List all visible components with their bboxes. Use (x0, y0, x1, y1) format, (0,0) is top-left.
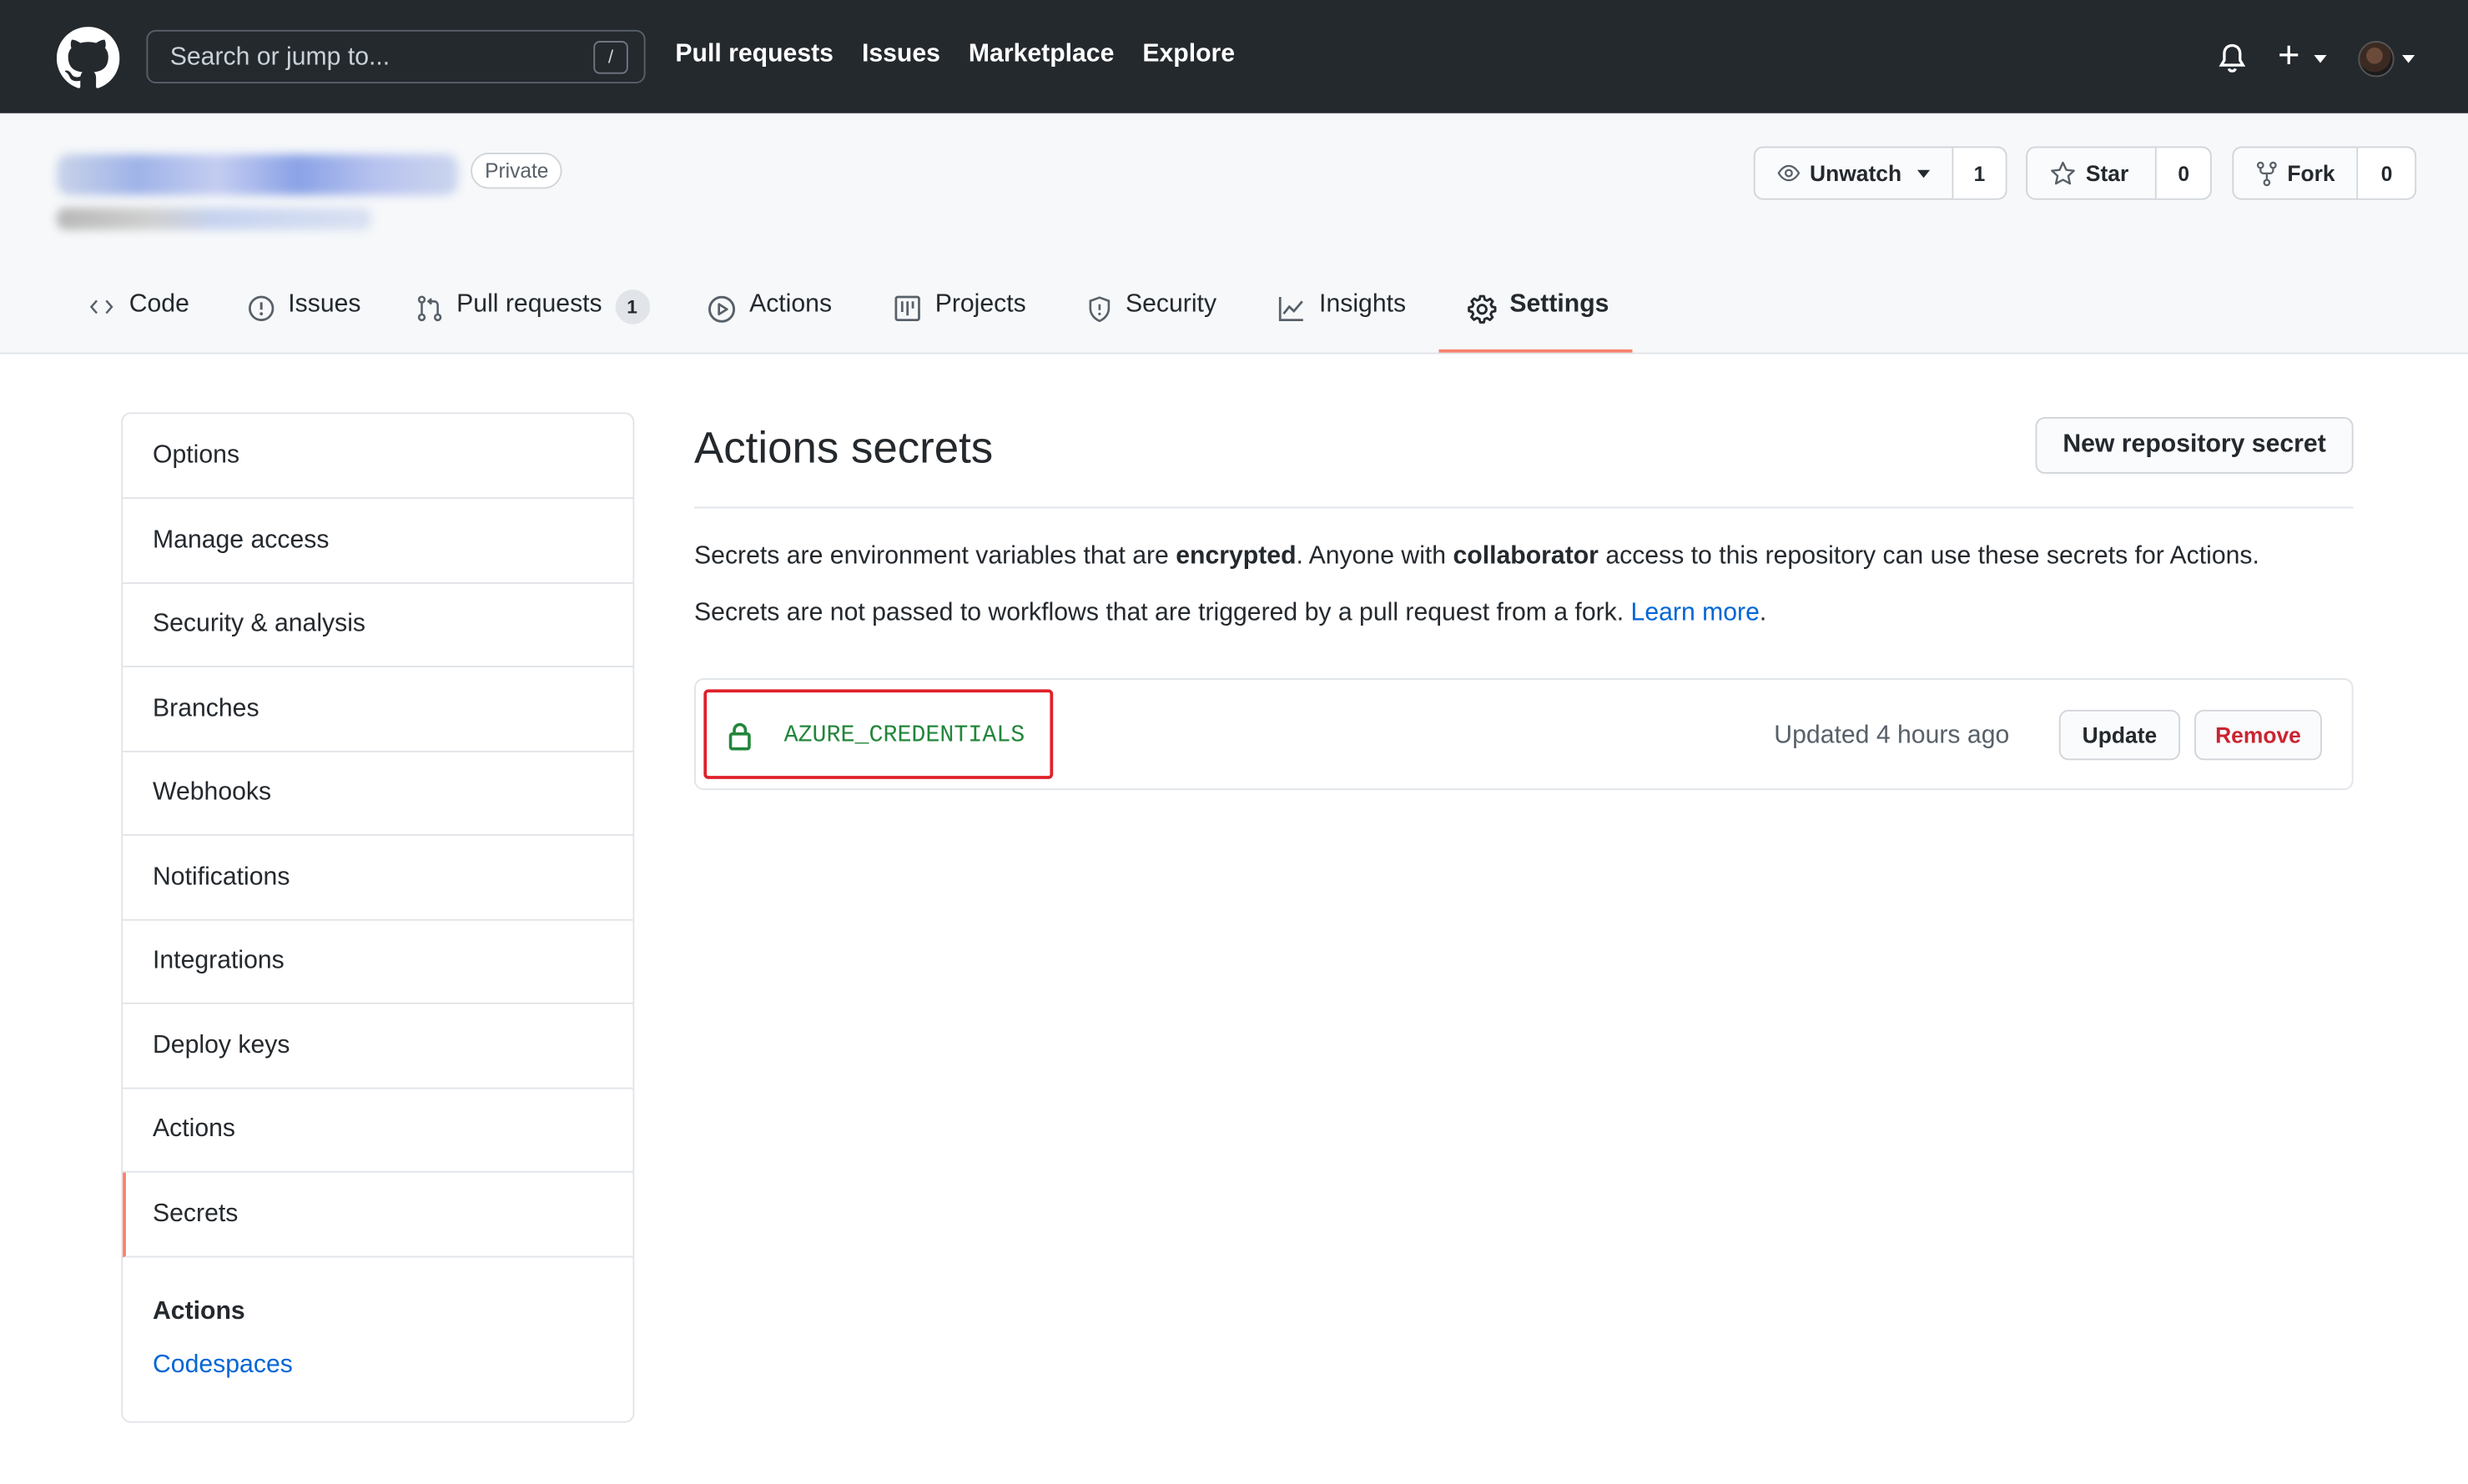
issue-icon (249, 295, 275, 321)
pull-request-icon (417, 295, 442, 322)
sidebar-item-webhooks[interactable]: Webhooks (123, 751, 633, 836)
sidebar-section-heading: Actions (153, 1298, 245, 1326)
search-placeholder: Search or jump to... (169, 43, 390, 71)
tab-label: Issues (288, 291, 361, 319)
sidebar-item-secrets[interactable]: Secrets (123, 1172, 633, 1258)
watch-button-group: Unwatch 1 (1753, 146, 2007, 200)
user-avatar[interactable] (2358, 41, 2395, 78)
tab-label: Code (128, 291, 189, 319)
watchers-count[interactable]: 1 (1953, 148, 2006, 199)
create-new-plus-icon[interactable]: + (2278, 37, 2299, 74)
sidebar-item-security-analysis[interactable]: Security & analysis (123, 582, 633, 667)
caret-down-icon (1917, 169, 1931, 178)
pull-requests-counter: 1 (614, 289, 650, 324)
tab-pull-requests[interactable]: Pull requests 1 (416, 289, 650, 354)
tab-label: Insights (1319, 291, 1407, 319)
remove-secret-button[interactable]: Remove (2194, 709, 2322, 761)
fork-label: Fork (2287, 160, 2335, 186)
description-text: access to this repository can use these … (1598, 542, 2259, 570)
sidebar-item-manage-access[interactable]: Manage access (123, 499, 633, 584)
fork-button[interactable]: Fork (2234, 148, 2360, 199)
secret-updated-time: Updated 4 hours ago (1774, 722, 2010, 750)
search-shortcut-badge: / (593, 41, 628, 74)
nav-issues[interactable]: Issues (862, 41, 940, 69)
nav-pull-requests[interactable]: Pull requests (675, 41, 834, 69)
global-nav: Pull requests Issues Marketplace Explore (675, 41, 1235, 69)
play-icon (708, 295, 736, 323)
description-text: Secrets are environment variables that a… (694, 542, 1176, 570)
tab-label: Security (1125, 291, 1217, 319)
nav-marketplace[interactable]: Marketplace (969, 41, 1115, 69)
star-button[interactable]: Star (2027, 148, 2158, 199)
description-bold-encrypted: encrypted (1176, 542, 1297, 570)
fork-notice-text: . (1759, 599, 1767, 626)
gear-icon (1468, 294, 1497, 324)
global-header: Search or jump to... / Pull requests Iss… (0, 0, 2468, 113)
sidebar-item-options[interactable]: Options (123, 414, 633, 500)
code-icon (89, 299, 113, 314)
project-icon (894, 295, 920, 321)
star-label: Star (2085, 160, 2129, 186)
fork-button-group: Fork 0 (2232, 146, 2417, 200)
shield-icon (1089, 296, 1111, 323)
eye-icon (1777, 164, 1801, 182)
repository-subtitle-redacted (56, 208, 372, 230)
sidebar-item-deploy-keys[interactable]: Deploy keys (123, 1004, 633, 1089)
sidebar-item-integrations[interactable]: Integrations (123, 919, 633, 1004)
repository-title-redacted (56, 153, 459, 195)
tab-label: Pull requests (456, 291, 602, 319)
description-bold-collaborator: collaborator (1453, 542, 1599, 570)
fork-notice: Secrets are not passed to workflows that… (694, 600, 1766, 628)
page-title: Actions secrets (694, 423, 994, 473)
fork-icon (2256, 160, 2277, 186)
tab-label: Projects (934, 291, 1026, 319)
tab-security[interactable]: Security (1086, 291, 1216, 354)
learn-more-link[interactable]: Learn more (1631, 600, 1760, 626)
nav-explore[interactable]: Explore (1142, 41, 1235, 69)
notifications-bell-icon[interactable] (2216, 41, 2248, 76)
lock-icon (728, 722, 751, 751)
update-secret-button[interactable]: Update (2058, 709, 2181, 761)
forks-count[interactable]: 0 (2359, 148, 2415, 199)
tab-code[interactable]: Code (87, 291, 189, 354)
selected-tab-indicator (1438, 349, 1633, 353)
visibility-badge: Private (471, 153, 563, 189)
create-new-caret-icon[interactable] (2314, 55, 2327, 63)
tab-settings[interactable]: Settings (1467, 291, 1609, 354)
star-button-group: Star 0 (2026, 146, 2212, 200)
settings-sidebar: Options Manage access Security & analysi… (121, 412, 635, 1423)
tab-actions[interactable]: Actions (707, 291, 832, 354)
unwatch-label: Unwatch (1810, 160, 1902, 186)
secrets-description: Secrets are environment variables that a… (694, 543, 2259, 571)
secret-name: AZURE_CREDENTIALS (783, 722, 1025, 750)
sidebar-item-actions[interactable]: Actions (123, 1088, 633, 1173)
sidebar-item-notifications[interactable]: Notifications (123, 836, 633, 921)
sidebar-link-codespaces[interactable]: Codespaces (153, 1352, 293, 1381)
github-logo-icon[interactable] (56, 27, 120, 89)
tab-label: Actions (749, 291, 833, 319)
unwatch-button[interactable]: Unwatch (1755, 148, 1954, 199)
search-input[interactable]: Search or jump to... / (146, 29, 646, 83)
tab-issues[interactable]: Issues (247, 291, 361, 354)
description-text: . Anyone with (1296, 542, 1453, 570)
avatar-caret-icon[interactable] (2402, 55, 2415, 63)
sidebar-item-branches[interactable]: Branches (123, 667, 633, 752)
title-divider (694, 506, 2354, 509)
tab-insights[interactable]: Insights (1277, 291, 1406, 354)
tab-projects[interactable]: Projects (893, 291, 1026, 354)
star-icon (2051, 160, 2075, 184)
stars-count[interactable]: 0 (2157, 148, 2210, 199)
graph-icon (1278, 296, 1303, 321)
fork-notice-text: Secrets are not passed to workflows that… (694, 599, 1631, 626)
repository-header: Private Unwatch 1 Star 0 Fork 0 Code Iss… (0, 113, 2468, 355)
tab-label: Settings (1509, 291, 1609, 319)
new-repository-secret-button[interactable]: New repository secret (2035, 416, 2354, 474)
